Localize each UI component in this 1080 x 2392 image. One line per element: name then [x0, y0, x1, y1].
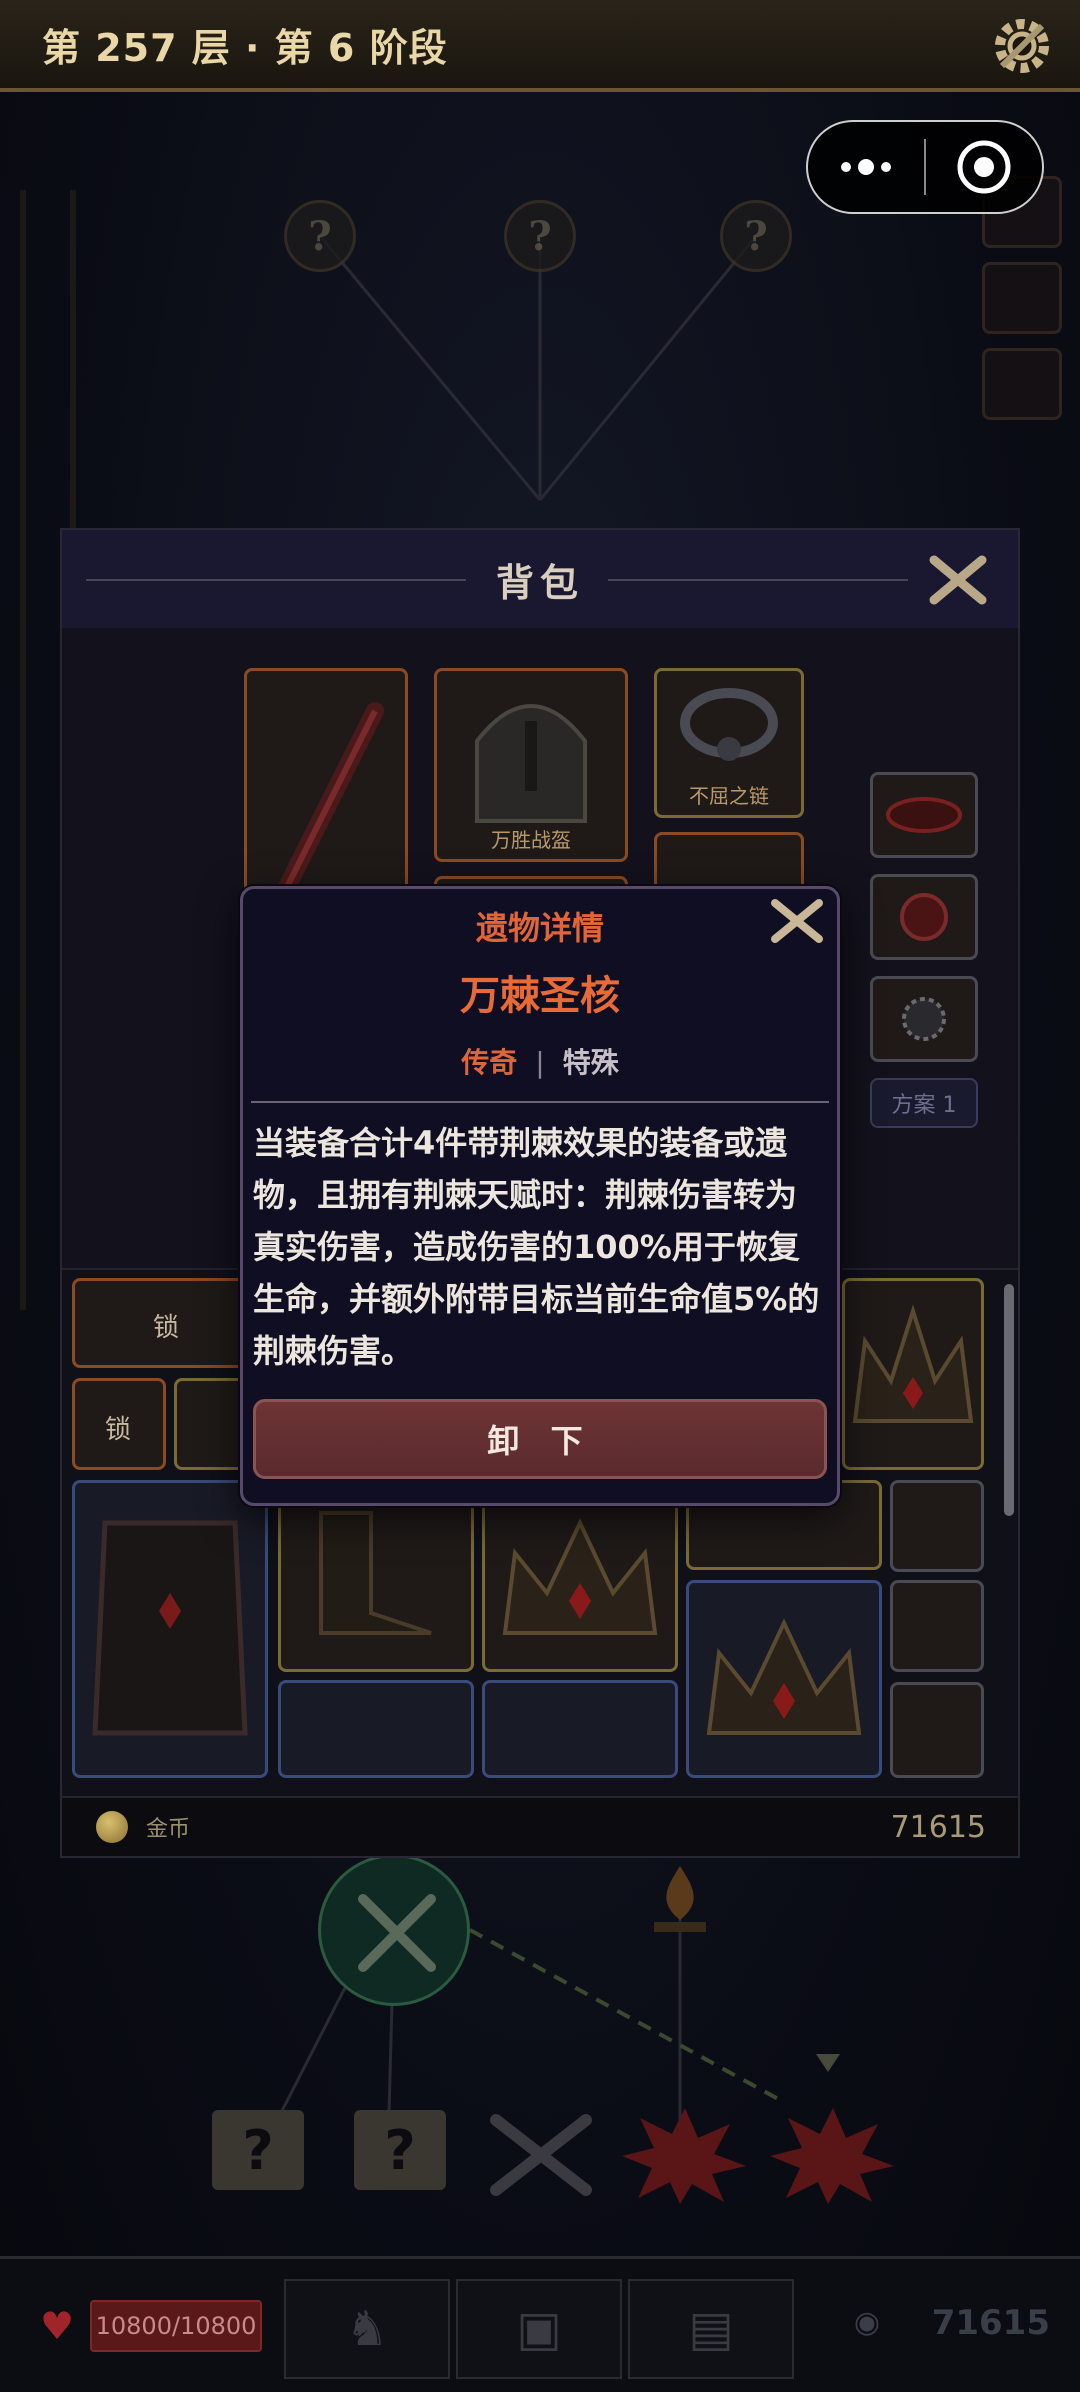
- bottom-gold-amount: 71615: [931, 2303, 1050, 2343]
- book-icon: ▤: [688, 2301, 734, 2357]
- locked-item-slot[interactable]: 锁: [72, 1378, 166, 1470]
- bottom-nav: ♥ 10800/10800 ♞ ▣ ▤ ◉ 71615: [0, 2256, 1080, 2392]
- ring-item-slot[interactable]: [890, 1580, 984, 1672]
- backpack-button[interactable]: ▣: [456, 2279, 622, 2379]
- unknown-glyph: ?: [384, 2118, 416, 2182]
- crown-ring-icon: [886, 797, 962, 833]
- gold-bar: 金币 71615: [62, 1796, 1018, 1856]
- gold-label: 金币: [146, 1817, 191, 1842]
- elite-burst-icon[interactable]: [768, 2104, 898, 2204]
- relic-slot-red[interactable]: [870, 772, 978, 858]
- relic-tags: 传奇 | 特殊: [243, 1041, 837, 1081]
- backpack-title: 背包: [495, 560, 584, 605]
- character-button[interactable]: ♞: [284, 2279, 450, 2379]
- helmet-icon: [475, 704, 587, 823]
- unknown-glyph: ?: [308, 212, 332, 260]
- divider: [251, 1101, 829, 1103]
- gold-coin-icon: [96, 1811, 128, 1843]
- armor-item-slot[interactable]: [72, 1480, 268, 1778]
- close-miniprogram-button[interactable]: [926, 122, 1042, 212]
- relic-dialog-title: 遗物详情: [475, 909, 604, 947]
- target-circle-icon: [957, 140, 1011, 194]
- map-node-unknown[interactable]: ?: [504, 200, 576, 272]
- heart-icon: ♥: [40, 2303, 75, 2348]
- next-node-marker: [816, 2054, 840, 2072]
- item-caption: 万胜战盔: [491, 828, 571, 852]
- relic-name: 万棘圣核: [460, 973, 620, 1019]
- map-node-unknown[interactable]: ?: [284, 200, 356, 272]
- unknown-glyph: ?: [242, 2118, 274, 2182]
- current-node-battle[interactable]: [318, 1854, 470, 2006]
- map-node-unknown[interactable]: ?: [354, 2110, 446, 2190]
- relic-detail-dialog: 遗物详情 万棘圣核 传奇 | 特殊 当装备合计4件带荆棘效果的装备或遗物，且拥有荆棘…: [240, 886, 840, 1506]
- campfire-icon[interactable]: [644, 1858, 716, 1938]
- unknown-glyph: ?: [744, 212, 768, 260]
- rarity-tag: 传奇: [461, 1046, 518, 1079]
- helmet-slot[interactable]: 万胜战盔: [434, 668, 628, 862]
- inventory-scrollbar[interactable]: [1004, 1284, 1014, 1516]
- relic-description: 当装备合计4件带荆棘效果的装备或遗物，且拥有荆棘天赋时：荆棘伤害转为真实伤害，造…: [253, 1124, 820, 1370]
- crown-icon: [706, 1618, 862, 1735]
- relic-slot-thorn[interactable]: [870, 976, 978, 1062]
- item-caption: 不屈之链: [689, 784, 769, 808]
- more-button[interactable]: [808, 122, 924, 212]
- side-buff-slot[interactable]: [982, 348, 1062, 420]
- tag-separator: |: [535, 1046, 545, 1079]
- locked-item-slot[interactable]: 锁: [72, 1278, 268, 1368]
- character-icon: ♞: [345, 2301, 389, 2357]
- relic-slot-core[interactable]: [870, 874, 978, 960]
- spiked-orb-icon: [902, 997, 946, 1041]
- lock-label: 锁: [105, 1415, 132, 1445]
- boots-item-slot[interactable]: [278, 1480, 474, 1672]
- ring-item-slot[interactable]: [890, 1480, 984, 1572]
- crown-icon: [852, 1304, 974, 1423]
- crown-item-slot[interactable]: [842, 1278, 984, 1470]
- backpack-icon: ▣: [516, 2301, 562, 2357]
- unknown-glyph: ?: [528, 212, 552, 260]
- map-node-unknown[interactable]: ?: [720, 200, 792, 272]
- map-node-unknown[interactable]: ?: [212, 2110, 304, 2190]
- floor-stage-title: 第 257 层 · 第 6 阶段: [42, 25, 448, 70]
- ring-item-slot[interactable]: [890, 1682, 984, 1778]
- chain-icon: [680, 688, 778, 761]
- hp-display: 10800/10800: [90, 2299, 262, 2352]
- more-dots-icon: [841, 159, 891, 175]
- codex-button[interactable]: ▤: [628, 2279, 794, 2379]
- relic-slot[interactable]: [654, 832, 804, 892]
- loadout-plan-button[interactable]: 方案 1: [870, 1078, 978, 1128]
- crown-icon: [502, 1518, 658, 1635]
- header-rule: [86, 579, 466, 581]
- top-bar: 第 257 层 · 第 6 阶段: [0, 0, 1080, 92]
- gold-amount: 71615: [890, 1809, 986, 1845]
- crossed-swords-icon[interactable]: [476, 2104, 606, 2204]
- miniprogram-capsule: [806, 120, 1044, 214]
- crossed-swords-icon: [358, 1894, 436, 1972]
- thorn-core-icon: [900, 893, 948, 941]
- side-buff-slot[interactable]: [982, 262, 1062, 334]
- gauntlet-item-slot[interactable]: [278, 1680, 474, 1778]
- armor-icon: [92, 1520, 248, 1736]
- elite-burst-icon[interactable]: [620, 2104, 750, 2204]
- coins-icon: ◉: [853, 2305, 880, 2340]
- lock-label: 锁: [153, 1313, 180, 1343]
- boots-item-slot[interactable]: [482, 1680, 678, 1778]
- unequip-button[interactable]: 卸 下: [253, 1399, 827, 1479]
- close-icon[interactable]: [926, 554, 990, 606]
- crown-item-slot[interactable]: [686, 1580, 882, 1778]
- gear-icon[interactable]: [988, 12, 1056, 80]
- amulet-slot[interactable]: 不屈之链: [654, 668, 804, 818]
- close-icon[interactable]: [767, 897, 827, 945]
- boots-icon: [319, 1511, 432, 1635]
- header-rule: [608, 579, 908, 581]
- crown-item-slot[interactable]: [482, 1480, 678, 1672]
- type-tag: 特殊: [562, 1046, 619, 1079]
- backpack-header: 背包: [62, 530, 1018, 628]
